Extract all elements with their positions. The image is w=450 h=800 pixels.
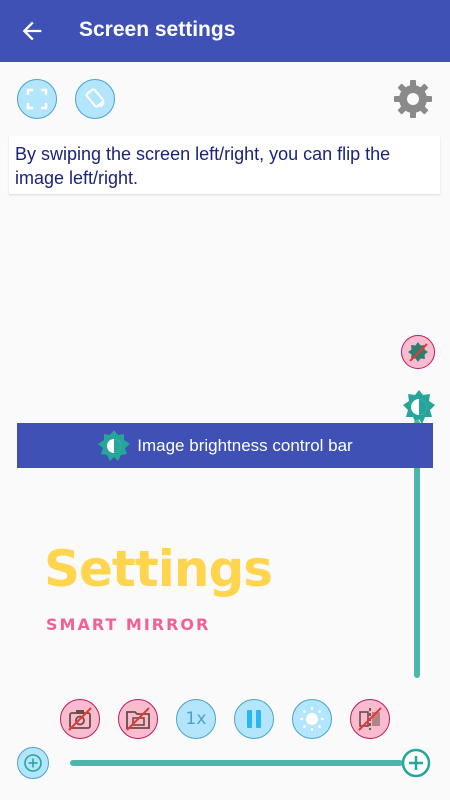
page-title: Screen settings bbox=[79, 18, 236, 41]
zoom-slider-track[interactable] bbox=[70, 760, 403, 766]
screen-rotation-icon bbox=[85, 88, 105, 108]
logo-title: Settings bbox=[44, 540, 273, 598]
zoom-level-label: 1x bbox=[185, 709, 207, 729]
info-text: By swiping the screen left/right, you ca… bbox=[15, 144, 391, 188]
brightness-control-bar: Image brightness control bar bbox=[17, 423, 433, 468]
brightness-icon bbox=[98, 429, 131, 461]
fullscreen-button[interactable] bbox=[17, 79, 57, 119]
arrow-back-icon[interactable] bbox=[18, 17, 46, 45]
brightness-bar-label: Image brightness control bar bbox=[137, 435, 353, 455]
fullscreen-icon bbox=[26, 88, 48, 110]
gear-icon bbox=[394, 80, 432, 118]
logo-subtitle: SMART MIRROR bbox=[46, 615, 211, 634]
flip-off-icon bbox=[358, 707, 382, 731]
camera-off-button[interactable] bbox=[60, 699, 100, 739]
zoom-out-icon bbox=[24, 754, 42, 772]
pause-icon bbox=[247, 710, 261, 728]
camera-off-icon bbox=[68, 707, 92, 731]
zoom-slider-handle[interactable] bbox=[400, 747, 432, 779]
info-message: By swiping the screen left/right, you ca… bbox=[9, 136, 440, 194]
zoom-level-button[interactable]: 1x bbox=[176, 699, 216, 739]
brightness-off-icon bbox=[408, 342, 428, 362]
pause-button[interactable] bbox=[234, 699, 274, 739]
zoom-in-icon bbox=[401, 748, 431, 778]
light-button[interactable] bbox=[292, 699, 332, 739]
gallery-off-button[interactable] bbox=[118, 699, 158, 739]
auto-brightness-off-button[interactable] bbox=[401, 335, 435, 369]
app-bar: Screen settings bbox=[0, 0, 450, 62]
gallery-off-icon bbox=[126, 707, 150, 731]
settings-button[interactable] bbox=[392, 78, 434, 120]
flip-off-button[interactable] bbox=[350, 699, 390, 739]
sun-icon bbox=[300, 707, 324, 731]
zoom-out-button[interactable] bbox=[17, 747, 49, 779]
rotate-screen-button[interactable] bbox=[75, 79, 115, 119]
